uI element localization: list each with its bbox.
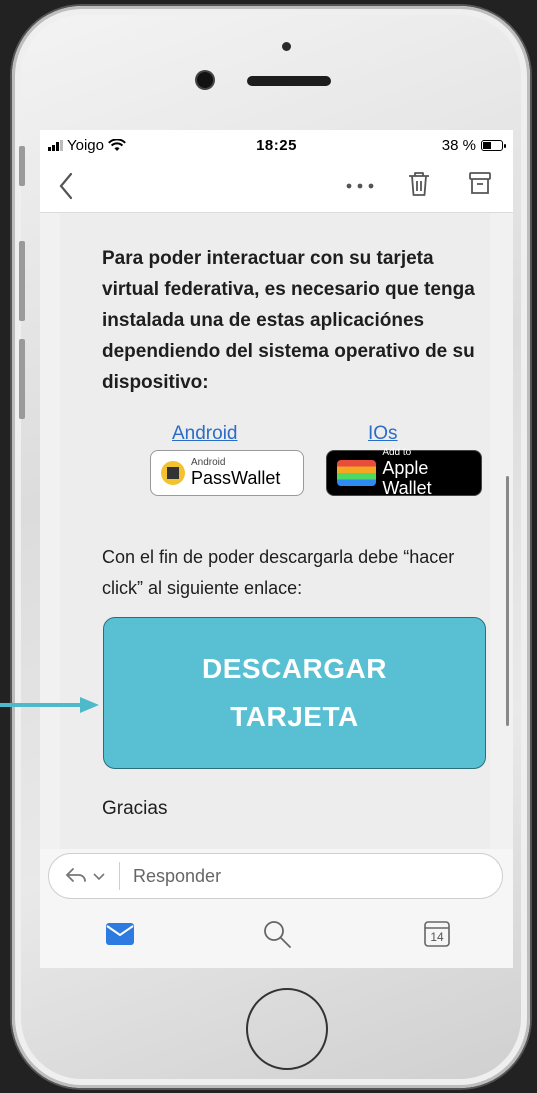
download-button-label: DESCARGAR TARJETA xyxy=(202,653,387,732)
status-bar: Yoigo 18:25 38 % xyxy=(40,130,513,160)
passwallet-small-text: Android xyxy=(191,457,226,468)
more-dots-icon[interactable] xyxy=(345,182,375,190)
front-camera xyxy=(197,72,213,88)
download-card-button[interactable]: DESCARGAR TARJETA xyxy=(103,617,486,769)
chevron-down-icon[interactable] xyxy=(93,873,105,881)
mail-tab-icon[interactable] xyxy=(106,923,134,945)
android-link[interactable]: Android xyxy=(172,423,238,445)
passwallet-badge[interactable]: Android PassWallet xyxy=(150,450,304,496)
mail-toolbar xyxy=(40,160,513,213)
chevron-left-icon[interactable] xyxy=(58,172,74,200)
apple-wallet-big-text: Apple Wallet xyxy=(382,458,432,498)
calendar-day: 14 xyxy=(430,930,444,944)
archive-icon[interactable] xyxy=(468,170,492,196)
battery-percent: 38 % xyxy=(441,137,476,154)
search-tab-icon[interactable] xyxy=(262,919,292,949)
reply-placeholder: Responder xyxy=(133,866,222,886)
mail-body: Para poder interactuar con su tarjeta vi… xyxy=(60,213,490,849)
home-button[interactable] xyxy=(246,988,328,1070)
passwallet-big-text: PassWallet xyxy=(191,468,281,488)
volume-down-button xyxy=(19,339,25,419)
earpiece-speaker xyxy=(247,76,331,86)
apple-wallet-small-text: Add to xyxy=(382,447,412,458)
scrollbar[interactable] xyxy=(506,476,509,726)
wallet-logo-icon xyxy=(337,460,377,486)
volume-up-button xyxy=(19,241,25,321)
proximity-sensor xyxy=(282,42,291,51)
mute-switch xyxy=(19,146,25,186)
reply-icon[interactable] xyxy=(64,866,88,886)
apple-wallet-badge[interactable]: Add to Apple Wallet xyxy=(326,447,482,498)
reply-field[interactable]: Responder xyxy=(48,853,503,899)
bottom-bar: Responder 14 xyxy=(40,849,513,968)
intro-text: Para poder interactuar con su tarjeta vi… xyxy=(102,248,475,393)
passwallet-logo-icon xyxy=(161,461,185,485)
instructions-text: Con el fin de poder descargarla debe “ha… xyxy=(102,547,455,598)
pointer-arrow-icon xyxy=(0,697,99,713)
battery-icon xyxy=(481,140,506,151)
thanks-text: Gracias xyxy=(102,798,168,819)
ios-link[interactable]: IOs xyxy=(368,423,398,445)
reply-divider xyxy=(119,862,120,890)
phone-screen: Yoigo 18:25 38 % Para poder interactuar … xyxy=(40,130,513,968)
mail-body-area[interactable]: Para poder interactuar con su tarjeta vi… xyxy=(40,213,513,849)
calendar-tab-icon[interactable]: 14 xyxy=(424,919,450,947)
trash-icon[interactable] xyxy=(407,170,431,198)
